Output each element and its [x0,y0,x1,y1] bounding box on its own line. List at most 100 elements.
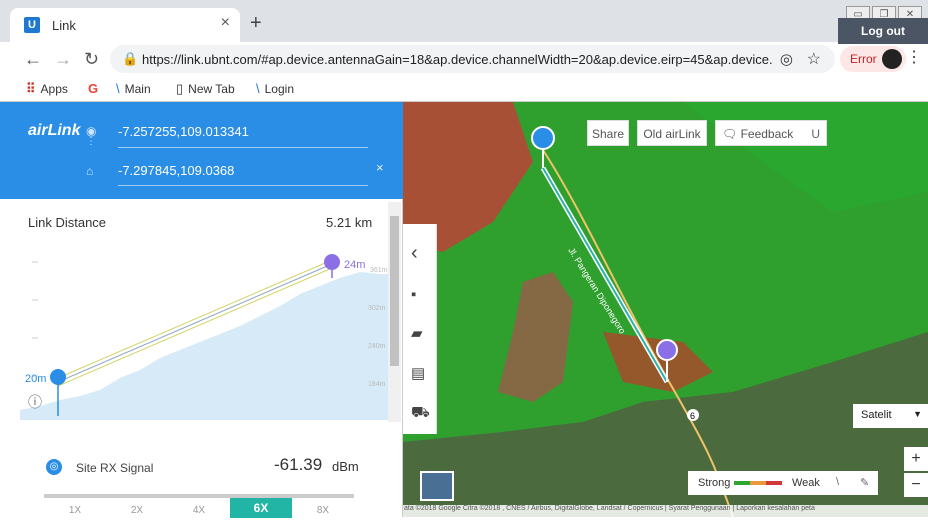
station-map-marker-icon[interactable] [656,339,678,361]
route-number: 6 [690,411,695,421]
profile-error-button[interactable]: Error [840,46,906,72]
report-icon[interactable]: ▤ [411,364,425,382]
logout-button[interactable]: Log out [838,18,928,44]
station-height-label: 24m [344,259,365,271]
legend-green [734,481,750,485]
elevation-tick-label: 240m [368,343,386,350]
share-button[interactable]: Share [587,120,629,146]
zoom-option-4x[interactable]: 4X [168,502,230,520]
airlink-logo: airLink [28,122,81,139]
station-coordinate-input[interactable]: -7.297845,109.0368 [118,163,234,178]
station-marker-icon[interactable] [324,254,340,270]
bookmark-login[interactable]: \ Login [256,81,294,96]
new-tab-button[interactable]: + [250,12,262,35]
legend-weak-label: Weak [792,477,820,489]
tab-close-button[interactable]: × [221,14,230,32]
address-bar[interactable]: 🔒 https://link.ubnt.com/#ap.device.anten… [110,45,835,73]
scrollbar-thumb[interactable] [390,216,399,366]
folder-icon[interactable]: ▰ [411,324,423,342]
zoom-option-2x[interactable]: 2X [106,502,168,520]
forward-icon[interactable]: → [54,49,72,70]
lock-icon: 🔒 [122,51,139,66]
station-icon: ⌂ [86,164,94,178]
google-icon: G [88,81,99,96]
zoom-option-6x[interactable]: 6X [230,498,292,518]
page-icon: ▯ [176,81,184,96]
error-label: Error [850,52,877,66]
collapse-icon[interactable]: ‹ [411,242,418,265]
site-signal-icon: ◎ [46,459,62,475]
apps-icon: ⠿ [26,81,36,96]
map-type-label: Satelit [861,409,892,421]
menu-icon[interactable]: ⋮ [906,47,922,67]
star-icon[interactable]: ☆ [807,49,821,69]
reload-icon[interactable]: ↻ [84,49,99,70]
elevation-tick-label: 361m [370,267,388,274]
map-attribution: ata ©2018 Google Citra ©2018 , CNES / Ai… [403,505,928,517]
link-panel: airLink ◉ ⋮ ⌂ -7.257255,109.013341 -7.29… [0,102,403,520]
bookmark-google[interactable]: G [88,81,98,96]
ap-marker-icon[interactable] [50,369,66,385]
info-icon[interactable]: ⓘ [28,392,42,412]
elevation-tick-label: 184m [368,381,386,388]
zoom-out-button[interactable]: − [904,473,928,497]
browser-toolbar: ← → ↻ 🔒 https://link.ubnt.com/#ap.device… [0,42,928,76]
bookmark-label: Login [264,81,294,96]
cart-icon[interactable]: ⛟ [411,404,430,423]
tab-title: Link [52,18,76,33]
save-icon[interactable]: ▪ [411,286,416,303]
panel-header: airLink ◉ ⋮ ⌂ -7.257255,109.013341 -7.29… [0,102,403,199]
feedback-button[interactable]: 🗨 Feedback U [715,120,827,146]
link-distance-label: Link Distance [28,215,107,230]
feedback-icon: 🗨 [722,127,738,141]
zoom-option-8x[interactable]: 8X [292,502,354,520]
map-canvas[interactable]: Jl. Pangeran Diponegoro 6 Share Old airL… [403,102,928,517]
old-airlink-button[interactable]: Old airLink [637,120,707,146]
ap-map-marker-icon[interactable] [531,126,555,150]
rss-icon[interactable]: \ [836,476,839,488]
bookmark-apps[interactable]: ⠿ Apps [26,81,68,97]
location-icon[interactable]: ◎ [780,50,793,68]
legend-red [766,481,782,485]
zoom-track [44,494,354,498]
legend-strong-label: Strong [698,477,731,489]
link-distance-value: 5.21 km [326,215,373,230]
panel-scrollbar[interactable] [388,202,401,422]
back-icon[interactable]: ← [24,49,42,70]
bookmark-label: New Tab [188,82,235,96]
ubnt-tab-icon: U [24,17,40,33]
clear-button[interactable]: × [376,160,384,175]
map-type-select[interactable]: Satelit ▼ [853,404,928,428]
terrain-toggle-thumbnail[interactable] [420,471,454,501]
link-dots: ⋮ [86,136,96,147]
tab-bar: U Link × + ▭ ❐ ✕ [0,0,928,42]
input-underline [118,185,368,186]
bookmark-main[interactable]: \ Main [116,81,151,96]
bookmark-label: Apps [40,82,68,96]
pencil-icon[interactable]: ✎ [860,476,869,489]
zoom-option-1x[interactable]: 1X [44,502,106,520]
elevation-tick-label: 302m [368,305,386,312]
terrain-area [20,272,388,420]
site-rx-signal-value: -61.39 [274,455,323,474]
site-rx-signal-label: Site RX Signal [76,461,154,475]
coverage-map: Jl. Pangeran Diponegoro 6 [403,102,928,517]
feedback-label: Feedback [740,127,794,141]
chevron-down-icon: ▼ [913,409,922,419]
site-rx-signal-unit: dBm [332,459,359,474]
url-text[interactable]: https://link.ubnt.com/#ap.device.antenna… [142,52,772,67]
ap-coordinate-input[interactable]: -7.257255,109.013341 [118,124,249,139]
ubnt-icon: U [811,127,820,141]
map-tools-sidebar: ‹ ▪ ▰ ▤ ⛟ [403,224,437,434]
legend-orange [750,481,766,485]
elevation-profile: 20m 24m 361m 302m 240m 184m [20,254,388,420]
ap-height-label: 20m [25,373,46,385]
signal-legend: Strong Weak \ ✎ [688,471,878,495]
zoom-in-button[interactable]: + [904,447,928,471]
browser-tab[interactable]: U Link × [10,8,240,42]
bookmark-new-tab[interactable]: ▯ New Tab [176,81,235,97]
bookmarks-bar: ⠿ Apps G \ Main ▯ New Tab \ Login [0,76,928,102]
bookmark-label: Main [124,81,151,96]
avatar [882,49,902,69]
input-underline [118,147,368,148]
